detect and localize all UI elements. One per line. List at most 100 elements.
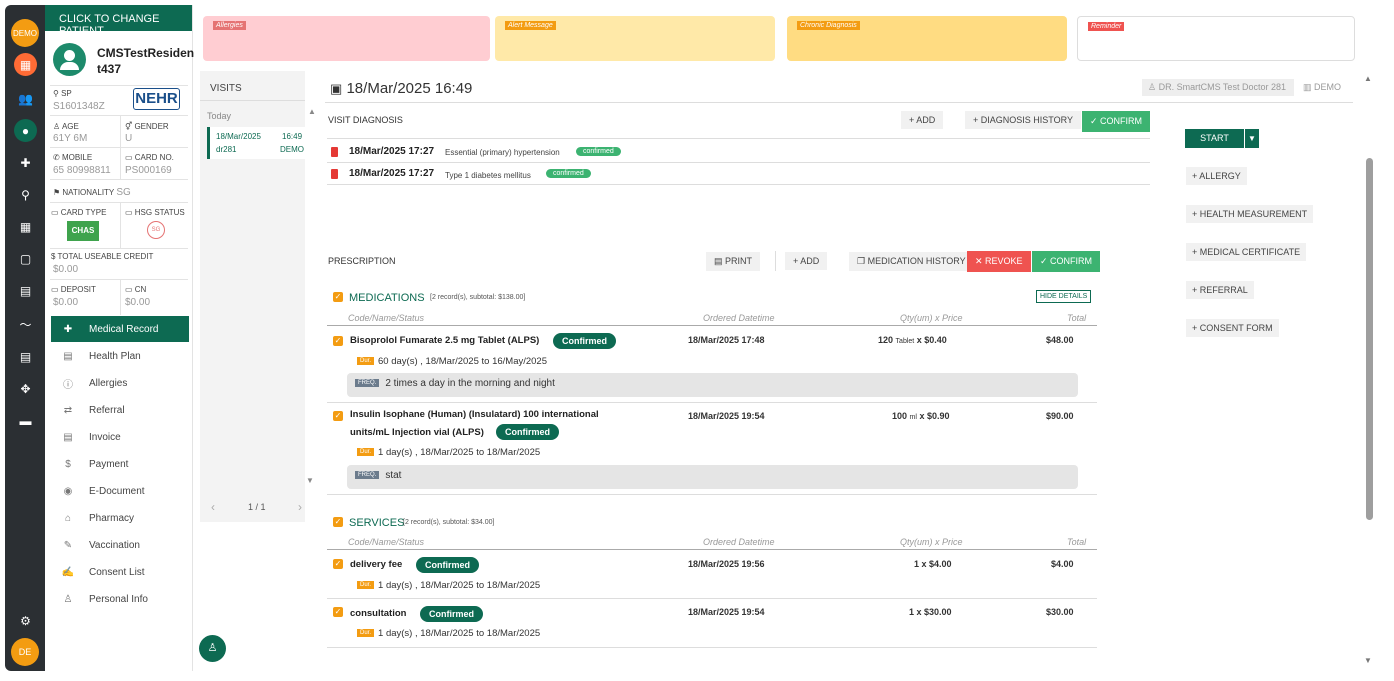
chevron-down-icon[interactable]: ▼	[1245, 129, 1259, 148]
referral-icon: ⇄	[63, 404, 73, 416]
reminder-box[interactable]: Reminder	[1077, 16, 1355, 61]
gender-label: ⚥ GENDER	[125, 122, 169, 131]
item-name: Bisoprolol Fumarate 2.5 mg Tablet (ALPS)	[350, 335, 540, 346]
print-button[interactable]: ▤ PRINT	[706, 252, 761, 271]
medications-title: MEDICATIONS	[349, 292, 425, 304]
delete-icon[interactable]	[331, 147, 338, 157]
menu-payment[interactable]: $ Payment	[51, 451, 189, 477]
search-icon[interactable]: ⚲	[14, 183, 37, 206]
menu-allergies[interactable]: ⓘ Allergies	[51, 370, 189, 396]
menu-health-plan[interactable]: ▤ Health Plan	[51, 343, 189, 369]
delete-icon[interactable]	[331, 169, 338, 179]
alert-message-box[interactable]: Alert Message	[495, 16, 775, 61]
user-avatar[interactable]: DE	[11, 638, 39, 666]
calendar-icon[interactable]: ▢	[14, 247, 37, 270]
settings-icon[interactable]: ⚙	[14, 609, 37, 632]
item-qty: 120 Tablet x $0.40	[878, 335, 947, 345]
visits-group-label: Today	[207, 111, 232, 121]
item-duration: Dur. 1 day(s) , 18/Mar/2025 to 18/Mar/202…	[357, 447, 540, 458]
map-icon[interactable]: ▦	[14, 53, 37, 76]
hide-details-button[interactable]: HIDE DETAILS	[1036, 290, 1092, 303]
nehr-button[interactable]: NEHR	[133, 88, 180, 110]
item-checkbox[interactable]: ✓	[333, 607, 343, 617]
alert-message-tag: Alert Message	[505, 21, 556, 30]
doctor-badge: ♙ DR. SmartCMS Test Doctor 281	[1142, 79, 1294, 96]
report-icon[interactable]: ▤	[14, 345, 37, 368]
nav-rail: DEMO ▦ 👥 ● ✚ ⚲ ▦ ▢ ▤ 〜 ▤ ✥ ▬ ⚙ DE	[5, 5, 45, 671]
building-icon: ▥	[1303, 82, 1312, 92]
patient-icon[interactable]: ●	[14, 119, 37, 142]
add-medical-certificate-button[interactable]: + MEDICAL CERTIFICATE	[1186, 243, 1307, 261]
menu-pharmacy[interactable]: ⌂ Pharmacy	[51, 505, 189, 531]
move-icon[interactable]: ✥	[14, 377, 37, 400]
scroll-up-icon[interactable]: ▲	[308, 107, 316, 116]
copy-icon: ❐	[857, 256, 866, 266]
plus-square-icon: ✚	[63, 323, 73, 335]
diagnosis-history-button[interactable]: + DIAGNOSIS HISTORY	[965, 111, 1081, 129]
scroll-down-icon[interactable]: ▼	[306, 476, 314, 485]
truck-icon[interactable]: ▬	[14, 409, 37, 432]
col-ordered: Ordered Datetime	[703, 537, 775, 547]
prev-page-icon[interactable]: ‹	[211, 500, 215, 514]
start-button[interactable]: START	[1185, 129, 1244, 148]
people-icon[interactable]: 👥	[14, 87, 37, 110]
next-page-icon[interactable]: ›	[298, 500, 302, 514]
visits-title: VISITS	[210, 83, 242, 94]
visit-item[interactable]: 18/Mar/2025 16:49 dr281 DEMO	[207, 127, 305, 159]
chronic-diagnosis-box[interactable]: Chronic Diagnosis	[787, 16, 1067, 61]
chart-icon[interactable]: 〜	[14, 313, 37, 336]
prescription-title: PRESCRIPTION	[328, 256, 396, 266]
invoice-icon: ▤	[63, 431, 73, 443]
credit-value: $0.00	[53, 264, 79, 275]
patient-panel: CLICK TO CHANGE PATIENT CMSTestResiden t…	[45, 5, 194, 671]
deposit-value: $0.00	[53, 297, 79, 308]
doctor-icon: ♙	[1148, 82, 1157, 92]
add-medication-button[interactable]: + ADD	[785, 252, 828, 270]
services-checkbox[interactable]: ✓	[333, 517, 343, 527]
store-icon[interactable]: ▤	[14, 279, 37, 302]
scroll-down-icon[interactable]: ▼	[1364, 656, 1372, 665]
menu-vaccination[interactable]: ✎ Vaccination	[51, 532, 189, 558]
person-fab-icon[interactable]: ♙	[199, 635, 226, 662]
item-checkbox[interactable]: ✓	[333, 411, 343, 421]
scroll-up-icon[interactable]: ▲	[1364, 74, 1372, 83]
col-ordered: Ordered Datetime	[703, 313, 775, 323]
add-diagnosis-button[interactable]: + ADD	[901, 111, 944, 129]
gender-value: U	[125, 133, 133, 144]
scrollbar-thumb[interactable]	[1366, 158, 1373, 520]
medication-history-button[interactable]: ❐ MEDICATION HISTORY	[849, 252, 974, 271]
menu-consent-list[interactable]: ✍ Consent List	[51, 559, 189, 585]
services-summary: [2 record(s), subtotal: $34.00]	[403, 519, 495, 526]
add-consent-form-button[interactable]: + CONSENT FORM	[1186, 319, 1279, 337]
item-total: $4.00	[1051, 559, 1074, 569]
menu-referral[interactable]: ⇄ Referral	[51, 397, 189, 423]
cn-value: $0.00	[125, 297, 151, 308]
avatar	[53, 43, 86, 76]
add-health-measurement-button[interactable]: + HEALTH MEASUREMENT	[1186, 205, 1314, 223]
item-qty: 1 x $4.00	[914, 559, 952, 569]
menu-medical-record[interactable]: ✚ Medical Record	[51, 316, 189, 342]
diagnosis-status-badge: confirmed	[546, 169, 591, 178]
allergies-tag: Allergies	[213, 21, 246, 30]
menu-personal-info[interactable]: ♙ Personal Info	[51, 586, 189, 612]
medical-add-icon[interactable]: ✚	[14, 151, 37, 174]
menu-e-document[interactable]: ◉ E-Document	[51, 478, 189, 504]
diagnosis-status-badge: confirmed	[576, 147, 621, 156]
col-qty: Qty(um) x Price	[900, 537, 963, 547]
confirm-prescription-button[interactable]: ✓ CONFIRM	[1032, 251, 1101, 272]
add-allergy-button[interactable]: + ALLERGY	[1186, 167, 1247, 185]
col-code: Code/Name/Status	[348, 537, 425, 547]
add-referral-button[interactable]: + REFERRAL	[1186, 281, 1254, 299]
item-checkbox[interactable]: ✓	[333, 336, 343, 346]
clinic-label: ▥ DEMO	[1303, 82, 1342, 92]
item-checkbox[interactable]: ✓	[333, 559, 343, 569]
change-patient-button[interactable]: CLICK TO CHANGE PATIENT	[45, 5, 192, 37]
col-code: Code/Name/Status	[348, 313, 425, 323]
item-total: $48.00	[1046, 335, 1074, 345]
medications-checkbox[interactable]: ✓	[333, 292, 343, 302]
confirm-diagnosis-button[interactable]: ✓ CONFIRM	[1082, 111, 1151, 132]
revoke-button[interactable]: ✕ REVOKE	[967, 251, 1031, 272]
dashboard-icon[interactable]: ▦	[14, 215, 37, 238]
allergies-box[interactable]: Allergies	[203, 16, 490, 61]
menu-invoice[interactable]: ▤ Invoice	[51, 424, 189, 450]
